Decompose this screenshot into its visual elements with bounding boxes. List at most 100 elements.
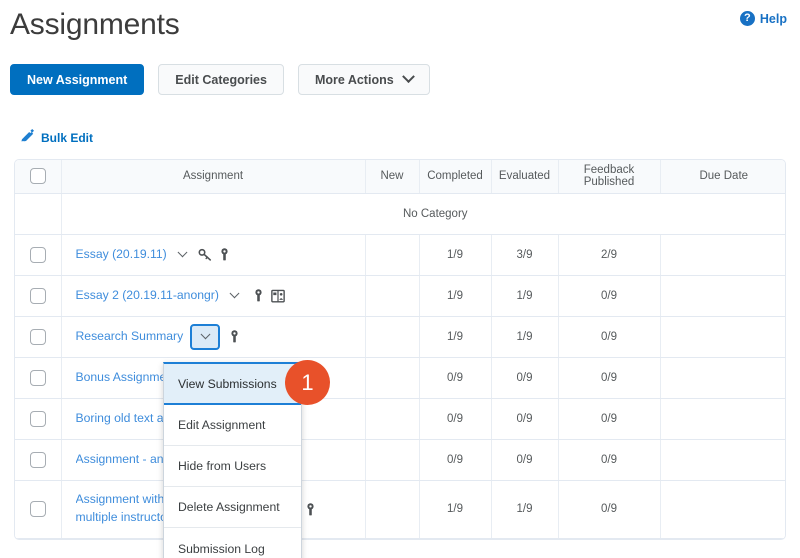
- cell-new: [365, 275, 420, 317]
- row-checkbox[interactable]: [29, 369, 46, 386]
- more-actions-label: More Actions: [314, 72, 394, 87]
- cell-due-date: [660, 480, 785, 539]
- row-checkbox[interactable]: [29, 451, 46, 468]
- cell-evaluated: 1/9: [491, 275, 559, 317]
- cell-due-date: [660, 275, 785, 317]
- select-all-header: [15, 160, 62, 194]
- assignment-context-menu: View Submissions Edit Assignment Hide fr…: [163, 362, 302, 558]
- assignment-link[interactable]: Essay 2 (20.19.11-anongr): [76, 287, 219, 305]
- assignments-table-container: Assignment New Completed Evaluated Feedb…: [14, 159, 786, 540]
- row-select-cell: [15, 480, 62, 539]
- cell-new: [365, 316, 420, 358]
- lock-icon[interactable]: [305, 502, 316, 517]
- row-checkbox[interactable]: [29, 410, 46, 427]
- table-row: Essay 2 (20.19.11-anongr) 1/9 1/9 0/9: [15, 275, 785, 317]
- column-header-due-date[interactable]: Due Date: [660, 160, 785, 194]
- cell-evaluated: 1/9: [491, 316, 559, 358]
- assignment-name-cell: Research Summary: [61, 316, 366, 358]
- table-row: Bonus Assignment ( 0/9 0/9 0/9: [15, 357, 785, 399]
- row-select-cell: [15, 439, 62, 481]
- lock-icon[interactable]: [219, 247, 230, 262]
- cell-feedback-published: 0/9: [558, 398, 661, 440]
- cell-completed: 1/9: [419, 316, 492, 358]
- assignment-link-line2: multiple instructors: [75, 510, 178, 524]
- cell-completed: 1/9: [419, 234, 492, 276]
- row-checkbox[interactable]: [29, 287, 46, 304]
- cell-evaluated: 3/9: [491, 234, 559, 276]
- pencil-icon: [20, 128, 35, 147]
- cell-feedback-published: 0/9: [558, 275, 661, 317]
- lock-icon[interactable]: [253, 288, 264, 303]
- chevron-down-icon[interactable]: [226, 287, 243, 304]
- category-spacer: [15, 193, 62, 235]
- menu-item-view-submissions[interactable]: View Submissions: [164, 364, 301, 405]
- menu-item-edit-assignment[interactable]: Edit Assignment: [164, 405, 301, 446]
- chevron-down-icon[interactable]: [174, 246, 191, 263]
- cell-feedback-published: 0/9: [558, 439, 661, 481]
- table-row: Assignment - anonyr 0/9 0/9 0/9: [15, 439, 785, 481]
- assignments-table: Assignment New Completed Evaluated Feedb…: [15, 160, 785, 539]
- cell-evaluated: 0/9: [491, 398, 559, 440]
- cell-feedback-published: 2/9: [558, 234, 661, 276]
- cell-due-date: [660, 357, 785, 399]
- assignment-name-cell: Essay 2 (20.19.11-anongr): [61, 275, 366, 317]
- row-checkbox[interactable]: [29, 246, 46, 263]
- row-select-cell: [15, 275, 62, 317]
- menu-item-hide-from-users[interactable]: Hide from Users: [164, 446, 301, 487]
- cell-completed: 0/9: [419, 357, 492, 399]
- cell-due-date: [660, 234, 785, 276]
- lock-icon[interactable]: [229, 329, 240, 344]
- cell-new: [365, 480, 420, 539]
- column-header-completed[interactable]: Completed: [419, 160, 492, 194]
- column-header-new[interactable]: New: [365, 160, 420, 194]
- row-checkbox[interactable]: [29, 501, 46, 517]
- category-row: No Category: [15, 193, 785, 235]
- bulk-edit-button[interactable]: Bulk Edit: [20, 128, 93, 147]
- cell-feedback-published: 0/9: [558, 357, 661, 399]
- bulk-edit-label: Bulk Edit: [41, 130, 94, 145]
- cell-feedback-published: 0/9: [558, 480, 661, 539]
- category-label: No Category: [61, 193, 785, 235]
- chevron-down-icon: [401, 69, 415, 87]
- cell-evaluated: 0/9: [491, 357, 559, 399]
- question-mark-circle-icon: ?: [739, 11, 755, 26]
- cell-completed: 1/9: [419, 480, 492, 539]
- more-actions-button[interactable]: More Actions: [297, 64, 430, 95]
- cell-completed: 1/9: [419, 275, 492, 317]
- menu-item-submission-log[interactable]: Submission Log: [164, 528, 301, 558]
- cell-completed: 0/9: [419, 398, 492, 440]
- table-row: Essay (20.19.11) 1/9 3/9 2/9: [15, 234, 785, 276]
- select-all-checkbox[interactable]: [29, 168, 46, 185]
- menu-item-delete-assignment[interactable]: Delete Assignment: [164, 487, 301, 528]
- edit-categories-label: Edit Categories: [175, 72, 267, 87]
- action-toolbar: New Assignment Edit Categories More Acti…: [10, 64, 430, 95]
- edit-categories-button[interactable]: Edit Categories: [158, 64, 284, 95]
- help-label: Help: [759, 11, 787, 26]
- assignment-name-cell: Essay (20.19.11): [61, 234, 366, 276]
- column-header-evaluated[interactable]: Evaluated: [491, 160, 559, 194]
- row-select-cell: [15, 316, 62, 358]
- help-link[interactable]: ? Help: [739, 11, 787, 26]
- cell-new: [365, 234, 420, 276]
- anonymous-marking-icon[interactable]: [271, 289, 285, 303]
- column-header-feedback-published[interactable]: Feedback Published: [558, 160, 661, 194]
- assignment-link[interactable]: Essay (20.19.11): [76, 246, 167, 264]
- column-header-assignment[interactable]: Assignment: [61, 160, 366, 194]
- key-icon[interactable]: [198, 248, 212, 262]
- assignment-link[interactable]: Research Summary: [76, 328, 184, 346]
- row-checkbox[interactable]: [29, 328, 46, 345]
- step-number-badge: 1: [285, 360, 330, 405]
- assignments-page: ? Help Assignments New Assignment Edit C…: [0, 0, 800, 558]
- chevron-down-icon-active[interactable]: [190, 323, 221, 350]
- cell-evaluated: 1/9: [491, 480, 559, 539]
- row-select-cell: [15, 357, 62, 399]
- cell-completed: 0/9: [419, 439, 492, 481]
- cell-feedback-published: 0/9: [558, 316, 661, 358]
- table-header-row: Assignment New Completed Evaluated Feedb…: [15, 160, 785, 194]
- cell-due-date: [660, 398, 785, 440]
- cell-due-date: [660, 316, 785, 358]
- cell-new: [365, 439, 420, 481]
- new-assignment-label: New Assignment: [27, 72, 128, 87]
- new-assignment-button[interactable]: New Assignment: [10, 64, 145, 95]
- page-title: Assignments: [10, 8, 180, 41]
